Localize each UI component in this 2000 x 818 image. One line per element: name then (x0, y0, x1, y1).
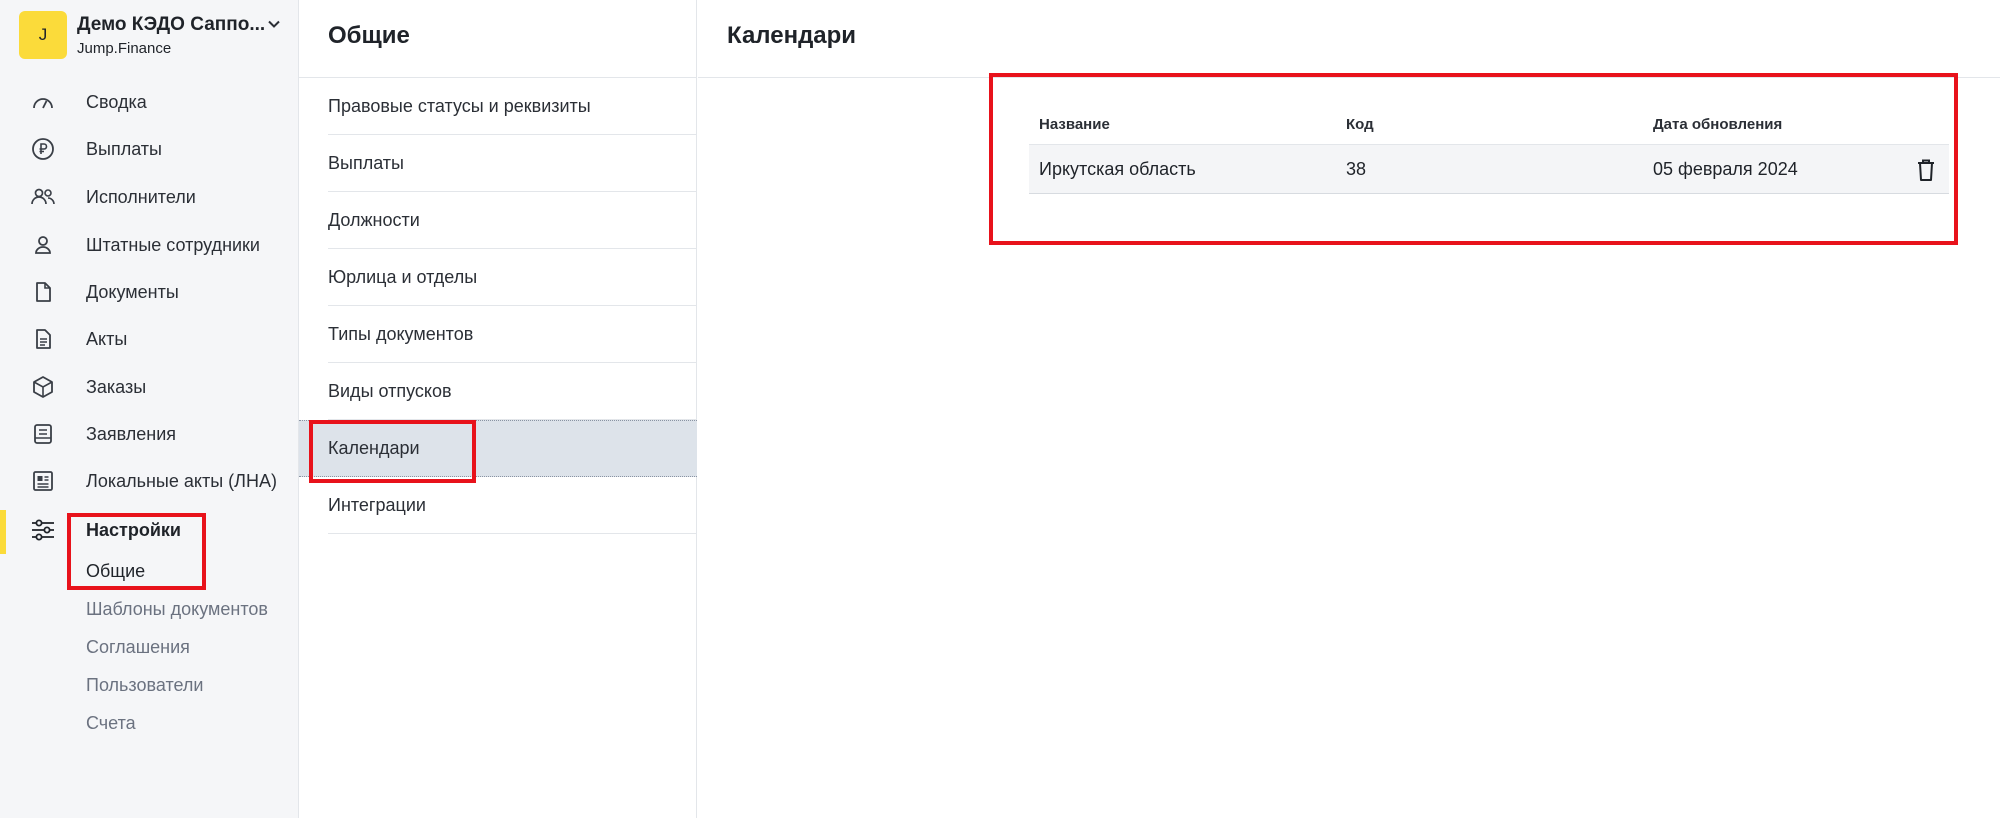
highlight-calendars-table (989, 73, 1958, 245)
menu-item-legal-statuses[interactable]: Правовые статусы и реквизиты (299, 78, 697, 135)
sidebar: J Демо КЭДО Саппо... Jump.Finance Сводка (0, 0, 299, 818)
page-title: Календари (727, 22, 857, 49)
app-window: J Демо КЭДО Саппо... Jump.Finance Сводка (0, 0, 2000, 818)
menu-item-positions[interactable]: Должности (299, 192, 697, 249)
menu-item-legal-entities[interactable]: Юрлица и отделы (299, 249, 697, 306)
org-avatar: J (19, 11, 67, 59)
org-name: Демо КЭДО Саппо... (77, 13, 266, 35)
sidebar-item-label: Документы (86, 281, 179, 302)
org-switcher[interactable]: J Демо КЭДО Саппо... Jump.Finance (19, 10, 284, 60)
sidebar-item-orders[interactable]: Заказы (0, 367, 298, 407)
menu-item-label: Правовые статусы и реквизиты (328, 96, 591, 116)
panel-title: Общие (328, 22, 410, 49)
act-icon (30, 326, 56, 352)
menu-item-document-types[interactable]: Типы документов (299, 306, 697, 363)
sidebar-item-label: Акты (86, 328, 128, 349)
subnav-item-doc-templates[interactable]: Шаблоны документов (86, 599, 268, 620)
sidebar-item-label: Выплаты (86, 138, 162, 159)
sidebar-item-label: Исполнители (86, 186, 196, 207)
sidebar-item-acts[interactable]: Акты (0, 319, 298, 359)
sidebar-item-contractors[interactable]: Исполнители (0, 177, 298, 217)
highlight-calendars-menu (309, 420, 476, 483)
subnav-item-users[interactable]: Пользователи (86, 675, 203, 696)
people-icon (30, 184, 56, 210)
menu-item-label: Виды отпусков (328, 381, 452, 401)
menu-item-payments[interactable]: Выплаты (299, 135, 697, 192)
newspaper-icon (30, 468, 56, 494)
sliders-icon (30, 517, 56, 543)
menu-item-label: Типы документов (328, 324, 474, 344)
box-icon (30, 374, 56, 400)
sidebar-item-summary[interactable]: Сводка (0, 82, 298, 122)
org-subtitle: Jump.Finance (77, 39, 172, 57)
menu-item-label: Интеграции (328, 495, 426, 515)
menu-item-label: Юрлица и отделы (328, 267, 478, 287)
application-icon (30, 421, 56, 447)
menu-item-label: Выплаты (328, 153, 404, 173)
sidebar-item-label: Заказы (86, 376, 147, 397)
sidebar-item-label: Локальные акты (ЛНА) (86, 470, 277, 491)
sidebar-item-employees[interactable]: Штатные сотрудники (0, 225, 298, 265)
sidebar-item-payments[interactable]: Выплаты (0, 129, 298, 169)
subnav-item-accounts[interactable]: Счета (86, 713, 136, 734)
divider (328, 533, 697, 534)
chevron-down-icon[interactable] (266, 16, 282, 32)
subnav-item-agreements[interactable]: Соглашения (86, 637, 190, 658)
menu-item-leave-types[interactable]: Виды отпусков (299, 363, 697, 420)
sidebar-item-label: Заявления (86, 423, 177, 444)
settings-submenu-panel: Общие Правовые статусы и реквизиты Выпла… (299, 0, 697, 818)
sidebar-item-documents[interactable]: Документы (0, 272, 298, 312)
sidebar-item-applications[interactable]: Заявления (0, 414, 298, 454)
highlight-settings (67, 513, 206, 590)
org-text: Демо КЭДО Саппо... Jump.Finance (77, 14, 284, 57)
sidebar-item-local-acts[interactable]: Локальные акты (ЛНА) (0, 461, 298, 501)
sidebar-item-label: Штатные сотрудники (86, 234, 260, 255)
document-icon (30, 279, 56, 305)
menu-item-label: Должности (328, 210, 420, 230)
ruble-icon (30, 136, 56, 162)
sidebar-item-label: Сводка (86, 91, 147, 112)
gauge-icon (30, 89, 56, 115)
menu-item-integrations[interactable]: Интеграции (299, 477, 697, 534)
person-icon (30, 232, 56, 258)
